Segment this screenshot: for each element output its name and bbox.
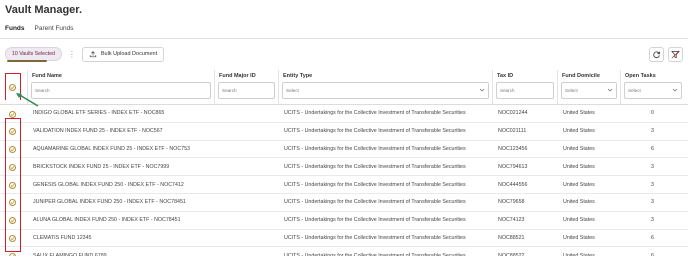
tax-id-cell: NOC444556 [498,181,528,188]
tax-id-cell: NOC021244 [498,110,528,117]
tax-id-cell: NOC123456 [498,145,528,152]
fund-name-cell: BRICKSTOCK INDEX FUND 25 - INDEX ETF - N… [33,163,170,170]
table-row[interactable]: CLEMATIS FUND 12345 UCITS - Undertakings … [0,230,688,248]
annotation-box [5,118,21,252]
tax-id-label: Tax ID [497,73,514,79]
open-tasks-cell: 0 [651,110,654,117]
fund-domicile-cell: United States [563,199,595,206]
fund-name-label: Fund Name [32,73,62,79]
filter-clear-icon [671,50,680,59]
fund-name-cell: GENESIS GLOBAL INDEX FUND 250 - INDEX ET… [33,181,184,188]
open-tasks-cell: 6 [651,234,654,241]
fund-name-cell: CLEMATIS FUND 12345 [33,234,92,241]
table-row[interactable]: AQUAMARINE GLOBAL INDEX FUND 25 - INDEX … [0,141,688,159]
fund-major-id-search-input[interactable]: Search [218,82,275,99]
fund-domicile-cell: United States [563,163,595,170]
entity-type-cell: UCITS - Undertakings for the Collective … [284,163,466,170]
fund-domicile-cell: United States [563,217,595,224]
fund-domicile-select-label: Select [565,88,578,93]
bulk-upload-label: Bulk Upload Document [100,51,158,57]
tax-id-cell: NOC794613 [498,163,528,170]
entity-type-cell: UCITS - Undertakings for the Collective … [284,181,466,188]
fund-name-cell: VALIDATION INDEX FUND 25 - INDEX ETF - N… [33,128,163,135]
tax-id-cell: NOC79658 [498,199,525,206]
badge-underline [7,60,47,62]
table-body: INDIGO GLOBAL ETF SERIES - INDEX ETF - N… [0,105,688,256]
fund-name-header: Fund Name Search [28,70,215,104]
fund-domicile-select[interactable]: Select [561,82,617,99]
tab-funds[interactable]: Funds [5,25,25,39]
fund-domicile-cell: United States [563,234,595,241]
refresh-icon [653,51,660,59]
chevron-down-icon [479,88,485,92]
table-row[interactable]: JUNIPER GLOBAL INDEX FUND 250 - INDEX ET… [0,194,688,212]
fund-name-cell: INDIGO GLOBAL ETF SERIES - INDEX ETF - N… [33,110,165,117]
chevron-down-icon [607,88,613,92]
open-tasks-cell: 6 [651,145,654,152]
entity-type-cell: UCITS - Undertakings for the Collective … [284,128,466,135]
tab-bar: Funds Parent Funds [5,25,74,39]
entity-type-select[interactable]: Select [282,82,489,99]
entity-type-cell: UCITS - Undertakings for the Collective … [284,217,466,224]
open-tasks-header: Open Tasks Select [621,70,685,104]
open-tasks-cell: 3 [651,163,654,170]
chevron-down-icon [672,88,678,92]
table-row[interactable]: BRICKSTOCK INDEX FUND 25 - INDEX ETF - N… [0,158,688,177]
fund-major-id-label: Fund Major ID [219,73,256,79]
tax-id-cell: NOC88521 [498,234,525,241]
entity-type-cell: UCITS - Undertakings for the Collective … [284,199,466,206]
entity-type-header: Entity Type Select [279,70,493,104]
fund-major-id-header: Fund Major ID Search [215,70,279,104]
fund-name-cell: AQUAMARINE GLOBAL INDEX FUND 25 - INDEX … [33,145,190,152]
refresh-button[interactable] [649,47,664,62]
fund-name-search-input[interactable]: Search [31,82,211,99]
table-row[interactable]: SALIX FLAMINGO FUND 6789 UCITS - Undertak… [0,247,688,256]
tax-id-cell: NOC74123 [498,217,525,224]
entity-type-cell: UCITS - Undertakings for the Collective … [284,234,466,241]
open-tasks-select-label: Select [628,88,641,93]
fund-domicile-cell: United States [563,110,595,117]
fund-domicile-label: Fund Domicile [562,73,600,79]
table-row[interactable]: INDIGO GLOBAL ETF SERIES - INDEX ETF - N… [0,105,688,123]
check-icon [10,112,15,116]
clear-filter-button[interactable] [668,47,683,62]
table-row[interactable]: VALIDATION INDEX FUND 25 - INDEX ETF - N… [0,123,688,141]
tax-id-search-input[interactable]: Search [496,82,554,99]
fund-name-cell: JUNIPER GLOBAL INDEX FUND 250 - INDEX ET… [33,199,186,206]
page-title: Vault Manager. [5,4,83,16]
selected-count-badge: 10 Vaults Selected [5,47,62,61]
fund-domicile-cell: United States [563,181,595,188]
fund-domicile-cell: United States [563,252,595,256]
bulk-upload-button[interactable]: Bulk Upload Document [81,46,165,62]
tax-id-cell: NOC021111 [498,128,527,135]
tax-id-cell: NOC88522 [498,252,525,256]
entity-type-cell: UCITS - Undertakings for the Collective … [284,145,466,152]
entity-type-select-label: Select [286,88,299,93]
entity-type-cell: UCITS - Undertakings for the Collective … [284,252,466,256]
annotation-arrow-icon [16,93,39,107]
open-tasks-cell: 3 [651,128,654,135]
open-tasks-cell: 3 [651,199,654,206]
tab-divider [0,38,688,39]
entity-type-label: Entity Type [283,73,313,79]
upload-icon [89,51,97,58]
fund-domicile-cell: United States [563,145,595,152]
table-row[interactable]: GENESIS GLOBAL INDEX FUND 250 - INDEX ET… [0,176,688,194]
open-tasks-cell: 6 [651,252,654,256]
fund-name-cell: SALIX FLAMINGO FUND 6789 [33,252,107,256]
open-tasks-select[interactable]: Select [624,82,682,99]
fund-domicile-header: Fund Domicile Select [558,70,621,104]
table-row[interactable]: ALUNA GLOBAL INDEX FUND 250 - INDEX ETF … [0,212,688,230]
tab-parent-funds[interactable]: Parent Funds [35,25,74,39]
tax-id-header: Tax ID Search [493,70,558,104]
toolbar-separator: ⋮ [67,49,76,59]
open-tasks-cell: 3 [651,181,654,188]
row-checkbox[interactable] [9,110,16,118]
open-tasks-label: Open Tasks [625,73,656,79]
fund-domicile-cell: United States [563,128,595,135]
entity-type-cell: UCITS - Undertakings for the Collective … [284,110,466,117]
open-tasks-cell: 3 [651,217,654,224]
fund-name-cell: ALUNA GLOBAL INDEX FUND 250 - INDEX ETF … [33,217,181,224]
